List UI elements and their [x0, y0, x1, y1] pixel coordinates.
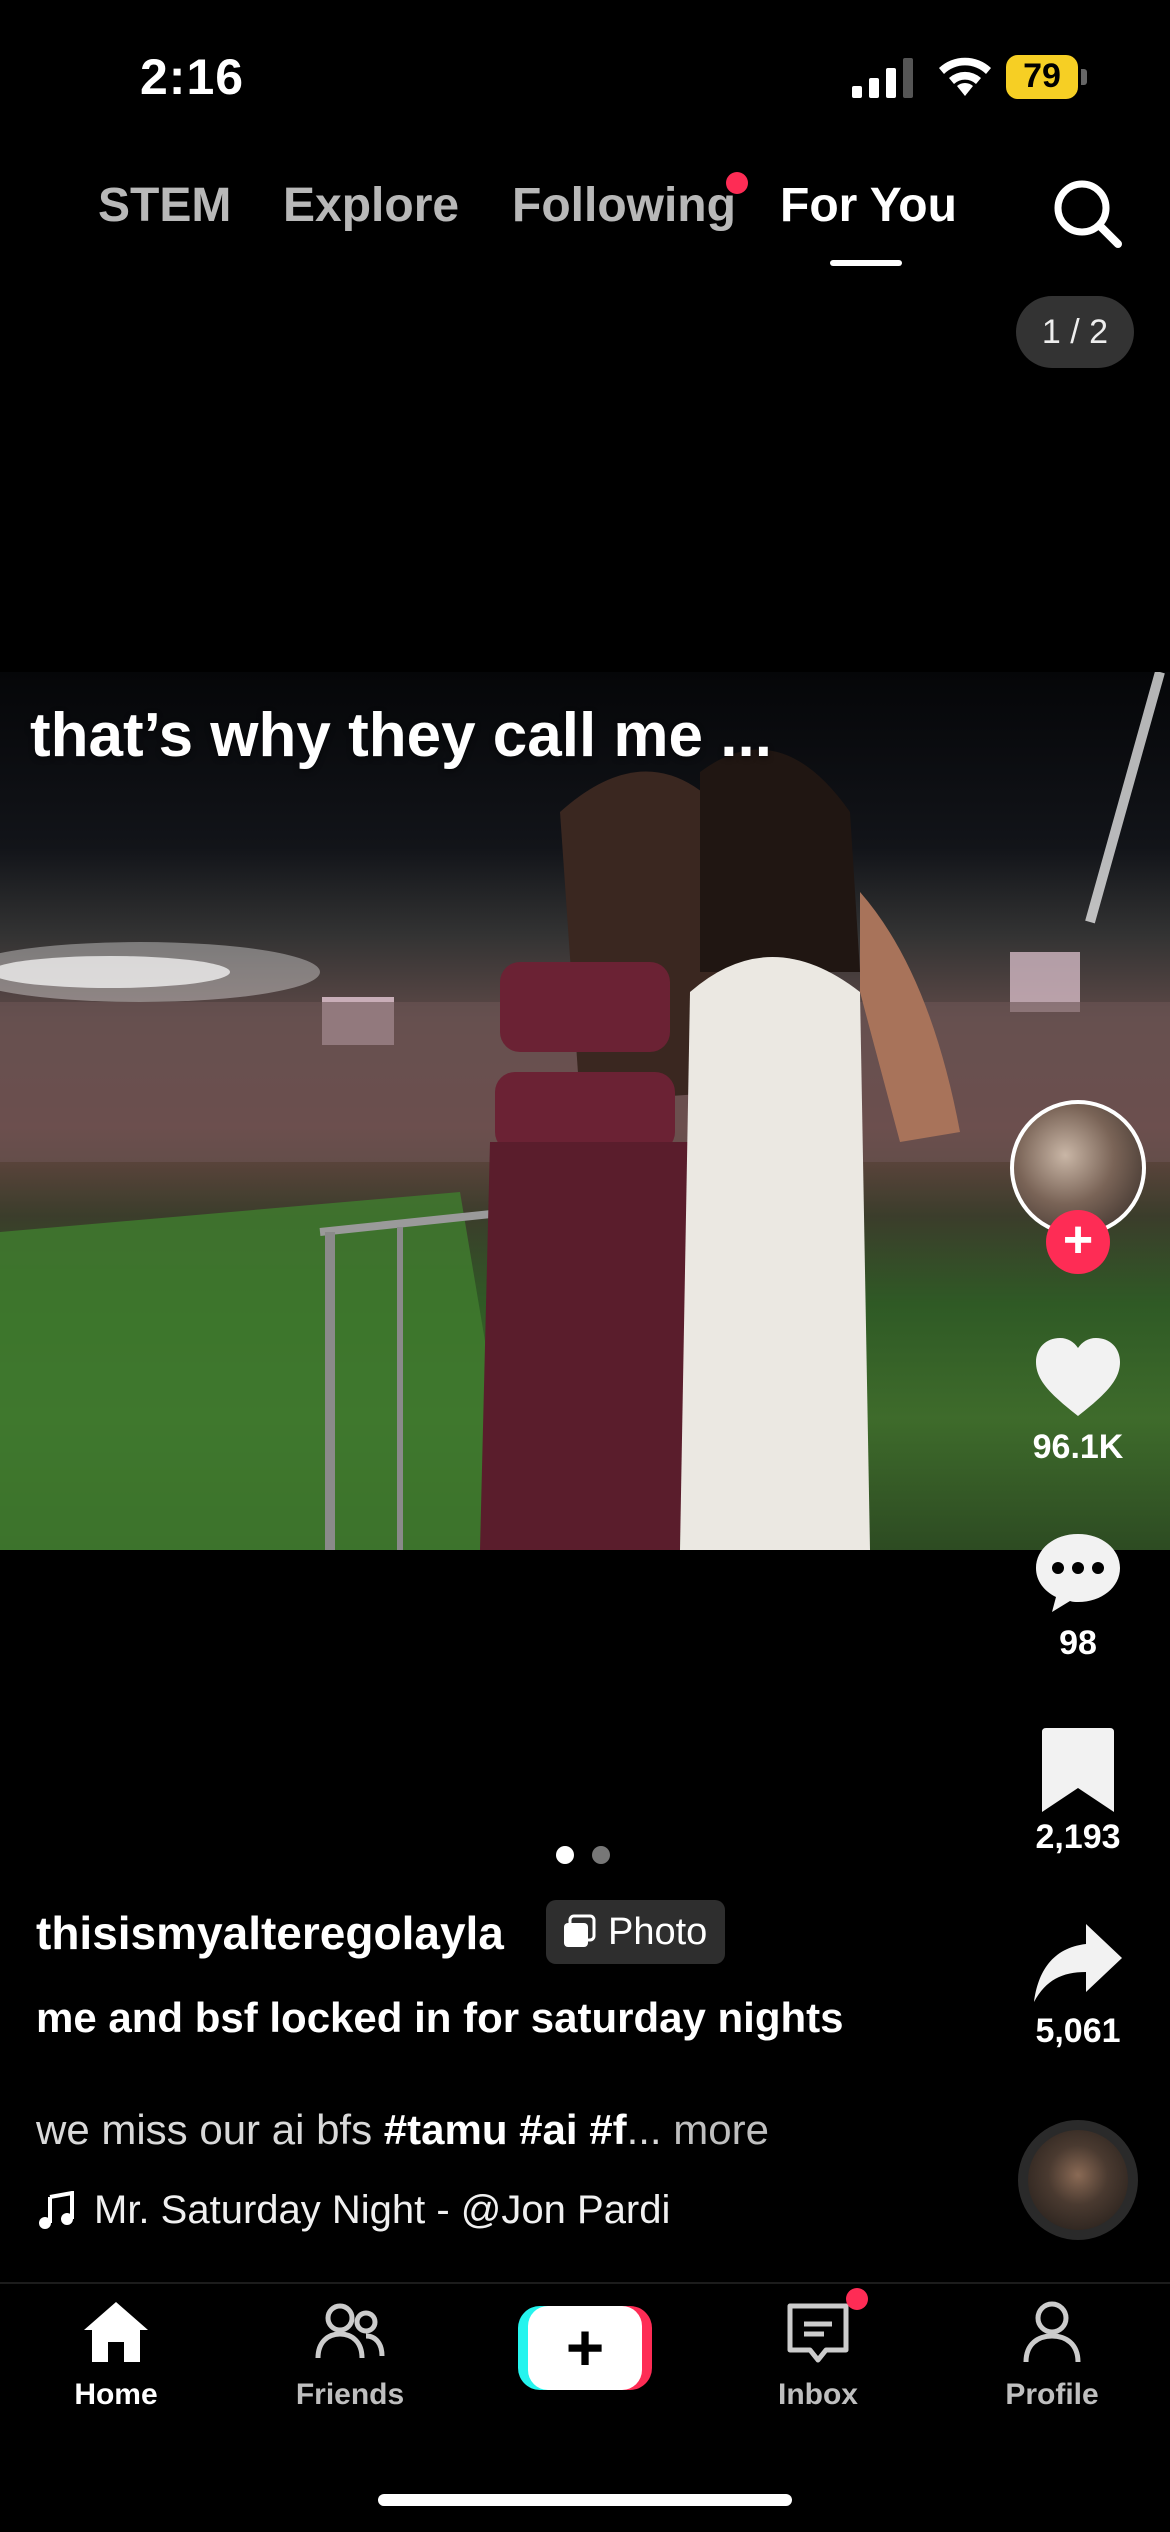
carousel-dot-active — [556, 1846, 574, 1864]
post-title: me and bsf locked in for saturday nights — [36, 1994, 844, 2041]
cellular-signal-icon — [852, 58, 913, 98]
top-tabs: STEM Explore Following For You — [0, 172, 1170, 268]
carousel-dots — [556, 1846, 616, 1866]
description-text: we miss our ai bfs — [36, 2106, 384, 2153]
description-hashtags[interactable]: #tamu #ai #f — [384, 2106, 627, 2153]
sound-disc[interactable] — [1018, 2120, 1138, 2240]
active-tab-indicator — [830, 260, 902, 266]
carousel-dot — [592, 1846, 610, 1864]
tab-stem[interactable]: STEM — [98, 178, 231, 233]
battery-percent: 79 — [1023, 57, 1061, 95]
share-icon[interactable] — [1030, 1916, 1126, 2012]
nav-inbox-label: Inbox — [778, 2378, 858, 2411]
bookmark-icon[interactable] — [1030, 1722, 1126, 1818]
create-plus-icon: + — [528, 2306, 642, 2390]
tab-for-you[interactable]: For You — [780, 178, 957, 233]
friends-icon — [315, 2303, 385, 2359]
inbox-icon — [787, 2303, 849, 2363]
search-icon[interactable] — [1050, 176, 1124, 250]
post-photo[interactable] — [0, 672, 1170, 1550]
home-indicator[interactable] — [378, 2494, 792, 2506]
follow-plus-button[interactable]: + — [1046, 1210, 1110, 1274]
profile-icon — [1023, 2301, 1081, 2363]
comment-icon[interactable] — [1030, 1524, 1126, 1620]
wifi-icon — [939, 57, 991, 96]
sound-title: Mr. Saturday Night - @Jon Pardi — [94, 2188, 671, 2232]
nav-home[interactable]: Home — [26, 2296, 206, 2426]
photo-overlay-text: that’s why they call me ... — [30, 701, 772, 770]
create-button[interactable]: + — [518, 2306, 652, 2390]
stadium-scene-image — [0, 672, 1170, 1550]
tab-explore[interactable]: Explore — [283, 178, 459, 233]
photo-badge: Photo — [546, 1900, 726, 1964]
nav-divider — [0, 2282, 1170, 2284]
tab-following[interactable]: Following — [512, 178, 736, 233]
nav-profile[interactable]: Profile — [962, 2296, 1142, 2426]
music-note-icon — [39, 2190, 74, 2229]
nav-inbox[interactable]: Inbox — [728, 2296, 908, 2426]
post-username[interactable]: thisismyalteregolayla — [36, 1906, 504, 1960]
status-time: 2:16 — [140, 49, 245, 105]
battery-icon: 79 — [1006, 55, 1088, 99]
following-notification-dot — [726, 172, 748, 194]
nav-friends-label: Friends — [295, 2378, 405, 2411]
photo-counter: 1 / 2 — [1016, 296, 1134, 368]
home-icon — [84, 2302, 148, 2362]
post-description[interactable]: we miss our ai bfs #tamu #ai #f... more — [36, 2106, 769, 2154]
photo-stack-icon — [564, 1914, 596, 1947]
inbox-notification-dot — [846, 2288, 868, 2310]
nav-profile-label: Profile — [1005, 2378, 1099, 2411]
heart-icon[interactable] — [1030, 1330, 1126, 1426]
comment-count: 98 — [1059, 1624, 1097, 1662]
like-count: 96.1K — [1032, 1428, 1124, 1466]
share-count: 5,061 — [1035, 2012, 1121, 2050]
nav-home-label: Home — [74, 2378, 158, 2411]
description-ellipsis: ... — [626, 2106, 662, 2153]
more-link[interactable]: more — [673, 2106, 769, 2153]
save-count: 2,193 — [1035, 1818, 1121, 1856]
nav-friends[interactable]: Friends — [260, 2296, 440, 2426]
sound-info[interactable]: Mr. Saturday Night - @Jon Pardi — [36, 2188, 670, 2233]
photo-badge-label: Photo — [608, 1911, 708, 1953]
